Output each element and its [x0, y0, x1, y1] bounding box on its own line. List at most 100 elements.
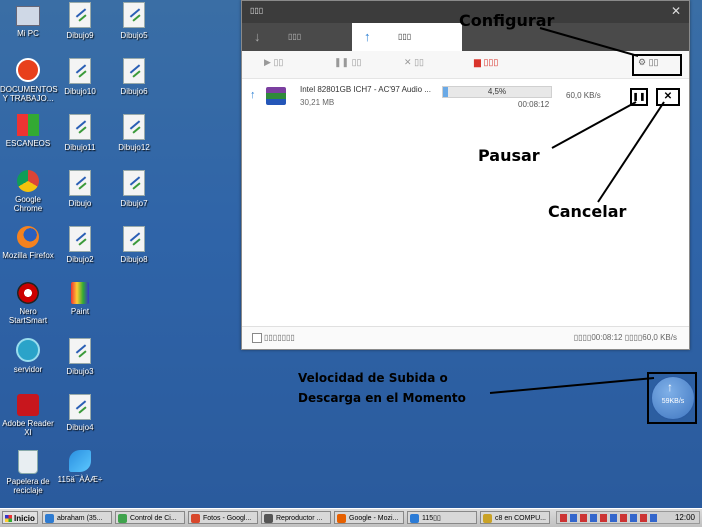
desktop-icon-label: Adobe Reader XI: [2, 419, 54, 437]
pdf-icon: [17, 394, 39, 416]
recycle-bin-icon: [18, 450, 38, 474]
browser-icon: [69, 450, 91, 472]
desktop-icon-nero[interactable]: Nero StartSmart: [0, 282, 56, 325]
start-label: Inicio: [14, 514, 35, 523]
taskbar: Inicio abraham (35... Control de Ci... F…: [0, 508, 702, 527]
tray-icons[interactable]: [560, 514, 660, 522]
desktop-icon-chrome[interactable]: Google Chrome: [0, 170, 56, 213]
app-icon: [337, 514, 346, 523]
desktop-icon-adobe-reader[interactable]: Adobe Reader XI: [0, 394, 56, 437]
taskbar-item[interactable]: Fotos - Googl...: [188, 511, 258, 524]
desktop-icon-label: 115ä¯ÀÀÆ÷: [57, 475, 103, 484]
status-checkbox[interactable]: [252, 333, 262, 343]
desktop-icon-paint[interactable]: Paint: [52, 282, 108, 316]
drawing-file-icon: [123, 114, 145, 140]
desktop-icon-dibujo6[interactable]: Dibujo6: [106, 58, 162, 96]
row-cancel-button[interactable]: ✕: [656, 88, 680, 106]
transfer-row[interactable]: ↑ Intel 82801GB ICH7 - AC'97 Audio ... 3…: [242, 81, 689, 115]
taskbar-item[interactable]: 115▯▯: [407, 511, 477, 524]
computer-icon: [16, 6, 40, 26]
desktop-icon-dibujo5[interactable]: Dibujo5: [106, 2, 162, 40]
desktop-icon-dibujo8[interactable]: Dibujo8: [106, 226, 162, 264]
desktop-icon-label: Dibujo: [68, 199, 92, 208]
desktop-icon-documentos[interactable]: DOCUMENTOS Y TRABAJO...: [0, 58, 58, 103]
desktop-icon-dibujo9[interactable]: Dibujo9: [52, 2, 108, 40]
transfer-speed: 60,0 KB/s: [566, 91, 601, 100]
desktop-icon-115-browser[interactable]: 115ä¯ÀÀÆ÷: [52, 450, 108, 484]
system-tray: 12:00: [556, 511, 700, 524]
settings-highlight-box: [632, 54, 682, 76]
chrome-icon: [17, 170, 39, 192]
firefox-icon: [17, 226, 39, 248]
file-size: 30,21 MB: [300, 98, 335, 107]
desktop-icon-firefox[interactable]: Mozilla Firefox: [0, 226, 56, 260]
app-icon: [483, 514, 492, 523]
app-icon: [118, 514, 127, 523]
trash-icon: ▆: [474, 57, 481, 67]
taskbar-item[interactable]: c8 en COMPU...: [480, 511, 550, 524]
floating-speed-ball[interactable]: ↑ 59KB/s: [651, 376, 695, 420]
taskbar-item-label: abraham (35...: [57, 515, 103, 522]
delete-label: ▯▯: [414, 57, 424, 67]
start-button[interactable]: Inicio: [2, 511, 38, 524]
status-bar: ▯▯▯▯▯▯▯ ▯▯▯▯00:08:12 ▯▯▯▯60,0 KB/s: [242, 326, 689, 349]
transfer-manager-window: ▯▯▯ ✕ ↓ ▯▯▯ ↑ ▯▯▯ ▶ ▯▯ ❚❚ ▯▯ ✕ ▯▯ ▆ ▯▯▯ …: [241, 0, 690, 350]
desktop-icon-label: Dibujo10: [64, 87, 96, 96]
taskbar-item[interactable]: Reproductor ...: [261, 511, 331, 524]
progress-bar: 4,5%: [442, 86, 552, 98]
x-icon: ✕: [404, 57, 412, 67]
taskbar-item[interactable]: Control de Ci...: [115, 511, 185, 524]
desktop-icon-dibujo2[interactable]: Dibujo2: [52, 226, 108, 264]
window-title: ▯▯▯: [250, 6, 264, 15]
taskbar-item-label: 115▯▯: [422, 515, 441, 522]
desktop-icon-label: Dibujo11: [64, 143, 96, 152]
desktop-icon-label: Dibujo8: [120, 255, 148, 264]
desktop-icon-dibujo4[interactable]: Dibujo4: [52, 394, 108, 432]
annotation-pausar: Pausar: [478, 146, 540, 165]
desktop-icon-dibujo12[interactable]: Dibujo12: [106, 114, 162, 152]
pause-all-button[interactable]: ❚❚ ▯▯: [334, 57, 362, 68]
taskbar-item-label: Control de Ci...: [130, 515, 177, 522]
toolbar: ▶ ▯▯ ❚❚ ▯▯ ✕ ▯▯ ▆ ▯▯▯ ⚙ ▯▯: [242, 51, 689, 79]
tab-downloads[interactable]: ↓ ▯▯▯: [242, 23, 352, 51]
desktop-icon-servidor[interactable]: servidor: [0, 338, 56, 374]
drawing-file-icon: [69, 114, 91, 140]
desktop-icon-label: Paint: [70, 307, 90, 316]
taskbar-item-label: c8 en COMPU...: [495, 515, 546, 522]
drawing-file-icon: [123, 58, 145, 84]
start-button[interactable]: ▶ ▯▯: [264, 57, 283, 68]
red-app-icon: [16, 58, 40, 82]
taskbar-item[interactable]: Google - Mozi...: [334, 511, 404, 524]
taskbar-item-label: Reproductor ...: [276, 515, 323, 522]
desktop-icon-label: Dibujo5: [120, 31, 148, 40]
desktop-icon-dibujo7[interactable]: Dibujo7: [106, 170, 162, 208]
desktop-icon-escaneos[interactable]: ESCANEOS: [0, 114, 56, 148]
tab-label: ▯▯▯: [288, 32, 302, 41]
annotation-cancelar: Cancelar: [548, 202, 627, 221]
taskbar-item[interactable]: abraham (35...: [42, 511, 112, 524]
upload-arrow-icon: ↑: [364, 29, 371, 44]
clear-button[interactable]: ▆ ▯▯▯: [474, 57, 498, 68]
desktop-icon-label: Nero StartSmart: [8, 307, 48, 325]
desktop-icon-label: Dibujo12: [118, 143, 150, 152]
desktop-icon-label: Mi PC: [17, 29, 39, 38]
clear-label: ▯▯▯: [483, 57, 499, 67]
pause-icon: ❚❚: [334, 57, 350, 67]
clock: 12:00: [674, 513, 695, 522]
desktop-icon-label: Dibujo7: [120, 199, 148, 208]
delete-button[interactable]: ✕ ▯▯: [404, 57, 424, 68]
desktop-icon-dibujo[interactable]: Dibujo: [52, 170, 108, 208]
desktop-icon-dibujo3[interactable]: Dibujo3: [52, 338, 108, 376]
desktop-icon-dibujo11[interactable]: Dibujo11: [52, 114, 108, 152]
drawing-file-icon: [69, 58, 91, 84]
tab-uploads[interactable]: ↑ ▯▯▯: [352, 23, 462, 51]
row-pause-button[interactable]: ❚❚: [630, 88, 648, 106]
desktop-icon-papelera[interactable]: Papelera de reciclaje: [0, 450, 56, 495]
close-icon[interactable]: ✕: [671, 4, 681, 18]
paint-icon: [71, 282, 89, 304]
desktop-icon-mi-pc[interactable]: Mi PC: [0, 2, 56, 38]
desktop-icon-label: Dibujo3: [66, 367, 94, 376]
desktop-icon-dibujo10[interactable]: Dibujo10: [52, 58, 108, 96]
annotation-velocidad: Velocidad de Subida o Descarga en el Mom…: [298, 371, 466, 405]
annotation-configurar: Configurar: [459, 11, 555, 30]
